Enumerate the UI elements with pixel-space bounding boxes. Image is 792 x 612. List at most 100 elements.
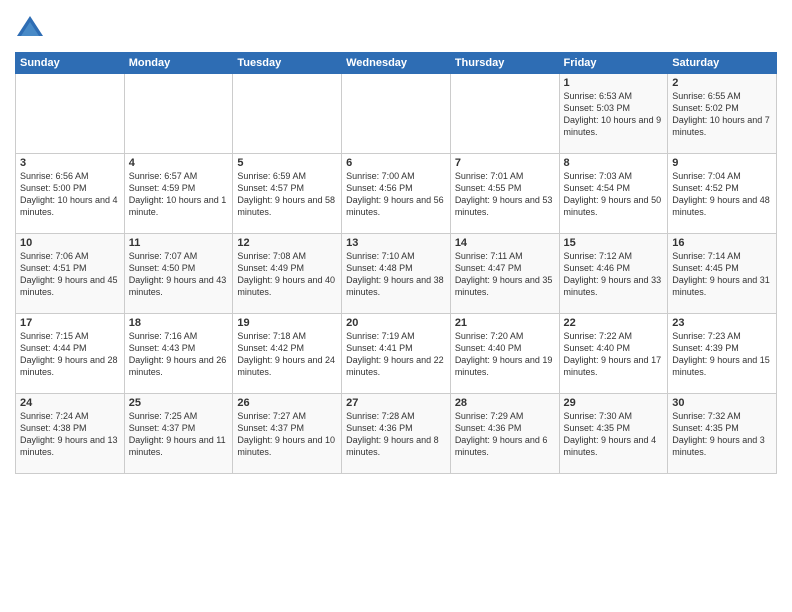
calendar-cell [16,74,125,154]
calendar-cell: 2Sunrise: 6:55 AM Sunset: 5:02 PM Daylig… [668,74,777,154]
day-number: 23 [672,317,772,329]
calendar-cell: 26Sunrise: 7:27 AM Sunset: 4:37 PM Dayli… [233,394,342,474]
calendar-cell [450,74,559,154]
day-number: 1 [564,77,664,89]
calendar-cell: 10Sunrise: 7:06 AM Sunset: 4:51 PM Dayli… [16,234,125,314]
day-info: Sunrise: 7:18 AM Sunset: 4:42 PM Dayligh… [237,330,337,379]
day-number: 6 [346,157,446,169]
day-info: Sunrise: 7:07 AM Sunset: 4:50 PM Dayligh… [129,250,229,299]
calendar-cell [342,74,451,154]
logo [15,14,49,44]
day-info: Sunrise: 7:14 AM Sunset: 4:45 PM Dayligh… [672,250,772,299]
day-info: Sunrise: 7:30 AM Sunset: 4:35 PM Dayligh… [564,410,664,459]
calendar-cell [233,74,342,154]
day-number: 28 [455,397,555,409]
day-number: 12 [237,237,337,249]
day-number: 20 [346,317,446,329]
col-header-saturday: Saturday [668,53,777,74]
col-header-tuesday: Tuesday [233,53,342,74]
day-number: 26 [237,397,337,409]
day-info: Sunrise: 7:20 AM Sunset: 4:40 PM Dayligh… [455,330,555,379]
day-number: 10 [20,237,120,249]
day-info: Sunrise: 7:01 AM Sunset: 4:55 PM Dayligh… [455,170,555,219]
day-number: 21 [455,317,555,329]
header [15,10,777,44]
calendar-cell: 20Sunrise: 7:19 AM Sunset: 4:41 PM Dayli… [342,314,451,394]
week-row-4: 17Sunrise: 7:15 AM Sunset: 4:44 PM Dayli… [16,314,777,394]
calendar-cell: 11Sunrise: 7:07 AM Sunset: 4:50 PM Dayli… [124,234,233,314]
day-number: 25 [129,397,229,409]
day-number: 8 [564,157,664,169]
calendar-cell: 12Sunrise: 7:08 AM Sunset: 4:49 PM Dayli… [233,234,342,314]
day-info: Sunrise: 7:32 AM Sunset: 4:35 PM Dayligh… [672,410,772,459]
calendar-cell: 21Sunrise: 7:20 AM Sunset: 4:40 PM Dayli… [450,314,559,394]
day-info: Sunrise: 7:06 AM Sunset: 4:51 PM Dayligh… [20,250,120,299]
calendar-cell: 9Sunrise: 7:04 AM Sunset: 4:52 PM Daylig… [668,154,777,234]
calendar-cell: 4Sunrise: 6:57 AM Sunset: 4:59 PM Daylig… [124,154,233,234]
day-number: 30 [672,397,772,409]
day-info: Sunrise: 7:03 AM Sunset: 4:54 PM Dayligh… [564,170,664,219]
day-info: Sunrise: 7:00 AM Sunset: 4:56 PM Dayligh… [346,170,446,219]
day-number: 7 [455,157,555,169]
calendar-cell: 30Sunrise: 7:32 AM Sunset: 4:35 PM Dayli… [668,394,777,474]
col-header-sunday: Sunday [16,53,125,74]
day-number: 13 [346,237,446,249]
day-number: 24 [20,397,120,409]
page-container: SundayMondayTuesdayWednesdayThursdayFrid… [0,0,792,484]
day-number: 3 [20,157,120,169]
week-row-1: 1Sunrise: 6:53 AM Sunset: 5:03 PM Daylig… [16,74,777,154]
day-info: Sunrise: 6:53 AM Sunset: 5:03 PM Dayligh… [564,90,664,139]
calendar-cell: 22Sunrise: 7:22 AM Sunset: 4:40 PM Dayli… [559,314,668,394]
day-info: Sunrise: 6:59 AM Sunset: 4:57 PM Dayligh… [237,170,337,219]
day-info: Sunrise: 7:11 AM Sunset: 4:47 PM Dayligh… [455,250,555,299]
day-info: Sunrise: 7:22 AM Sunset: 4:40 PM Dayligh… [564,330,664,379]
calendar-cell: 13Sunrise: 7:10 AM Sunset: 4:48 PM Dayli… [342,234,451,314]
day-number: 2 [672,77,772,89]
day-number: 19 [237,317,337,329]
day-number: 27 [346,397,446,409]
day-number: 22 [564,317,664,329]
day-info: Sunrise: 6:57 AM Sunset: 4:59 PM Dayligh… [129,170,229,219]
day-info: Sunrise: 7:23 AM Sunset: 4:39 PM Dayligh… [672,330,772,379]
day-number: 14 [455,237,555,249]
day-info: Sunrise: 7:19 AM Sunset: 4:41 PM Dayligh… [346,330,446,379]
day-info: Sunrise: 7:04 AM Sunset: 4:52 PM Dayligh… [672,170,772,219]
week-row-5: 24Sunrise: 7:24 AM Sunset: 4:38 PM Dayli… [16,394,777,474]
week-row-3: 10Sunrise: 7:06 AM Sunset: 4:51 PM Dayli… [16,234,777,314]
day-info: Sunrise: 7:08 AM Sunset: 4:49 PM Dayligh… [237,250,337,299]
day-number: 29 [564,397,664,409]
day-number: 11 [129,237,229,249]
day-number: 4 [129,157,229,169]
logo-icon [15,14,45,44]
calendar-cell: 29Sunrise: 7:30 AM Sunset: 4:35 PM Dayli… [559,394,668,474]
day-info: Sunrise: 6:56 AM Sunset: 5:00 PM Dayligh… [20,170,120,219]
calendar-cell: 17Sunrise: 7:15 AM Sunset: 4:44 PM Dayli… [16,314,125,394]
day-info: Sunrise: 7:24 AM Sunset: 4:38 PM Dayligh… [20,410,120,459]
calendar-cell: 15Sunrise: 7:12 AM Sunset: 4:46 PM Dayli… [559,234,668,314]
day-info: Sunrise: 7:29 AM Sunset: 4:36 PM Dayligh… [455,410,555,459]
calendar-cell: 6Sunrise: 7:00 AM Sunset: 4:56 PM Daylig… [342,154,451,234]
calendar-cell: 16Sunrise: 7:14 AM Sunset: 4:45 PM Dayli… [668,234,777,314]
day-info: Sunrise: 7:27 AM Sunset: 4:37 PM Dayligh… [237,410,337,459]
calendar-cell: 3Sunrise: 6:56 AM Sunset: 5:00 PM Daylig… [16,154,125,234]
header-row: SundayMondayTuesdayWednesdayThursdayFrid… [16,53,777,74]
calendar-cell: 25Sunrise: 7:25 AM Sunset: 4:37 PM Dayli… [124,394,233,474]
calendar-cell [124,74,233,154]
week-row-2: 3Sunrise: 6:56 AM Sunset: 5:00 PM Daylig… [16,154,777,234]
day-info: Sunrise: 7:10 AM Sunset: 4:48 PM Dayligh… [346,250,446,299]
day-info: Sunrise: 7:25 AM Sunset: 4:37 PM Dayligh… [129,410,229,459]
calendar-cell: 19Sunrise: 7:18 AM Sunset: 4:42 PM Dayli… [233,314,342,394]
calendar-cell: 1Sunrise: 6:53 AM Sunset: 5:03 PM Daylig… [559,74,668,154]
col-header-wednesday: Wednesday [342,53,451,74]
calendar-cell: 18Sunrise: 7:16 AM Sunset: 4:43 PM Dayli… [124,314,233,394]
calendar-cell: 27Sunrise: 7:28 AM Sunset: 4:36 PM Dayli… [342,394,451,474]
day-info: Sunrise: 7:15 AM Sunset: 4:44 PM Dayligh… [20,330,120,379]
day-number: 17 [20,317,120,329]
day-number: 18 [129,317,229,329]
day-number: 9 [672,157,772,169]
day-info: Sunrise: 7:12 AM Sunset: 4:46 PM Dayligh… [564,250,664,299]
day-number: 15 [564,237,664,249]
calendar-cell: 28Sunrise: 7:29 AM Sunset: 4:36 PM Dayli… [450,394,559,474]
calendar-cell: 7Sunrise: 7:01 AM Sunset: 4:55 PM Daylig… [450,154,559,234]
calendar-cell: 5Sunrise: 6:59 AM Sunset: 4:57 PM Daylig… [233,154,342,234]
